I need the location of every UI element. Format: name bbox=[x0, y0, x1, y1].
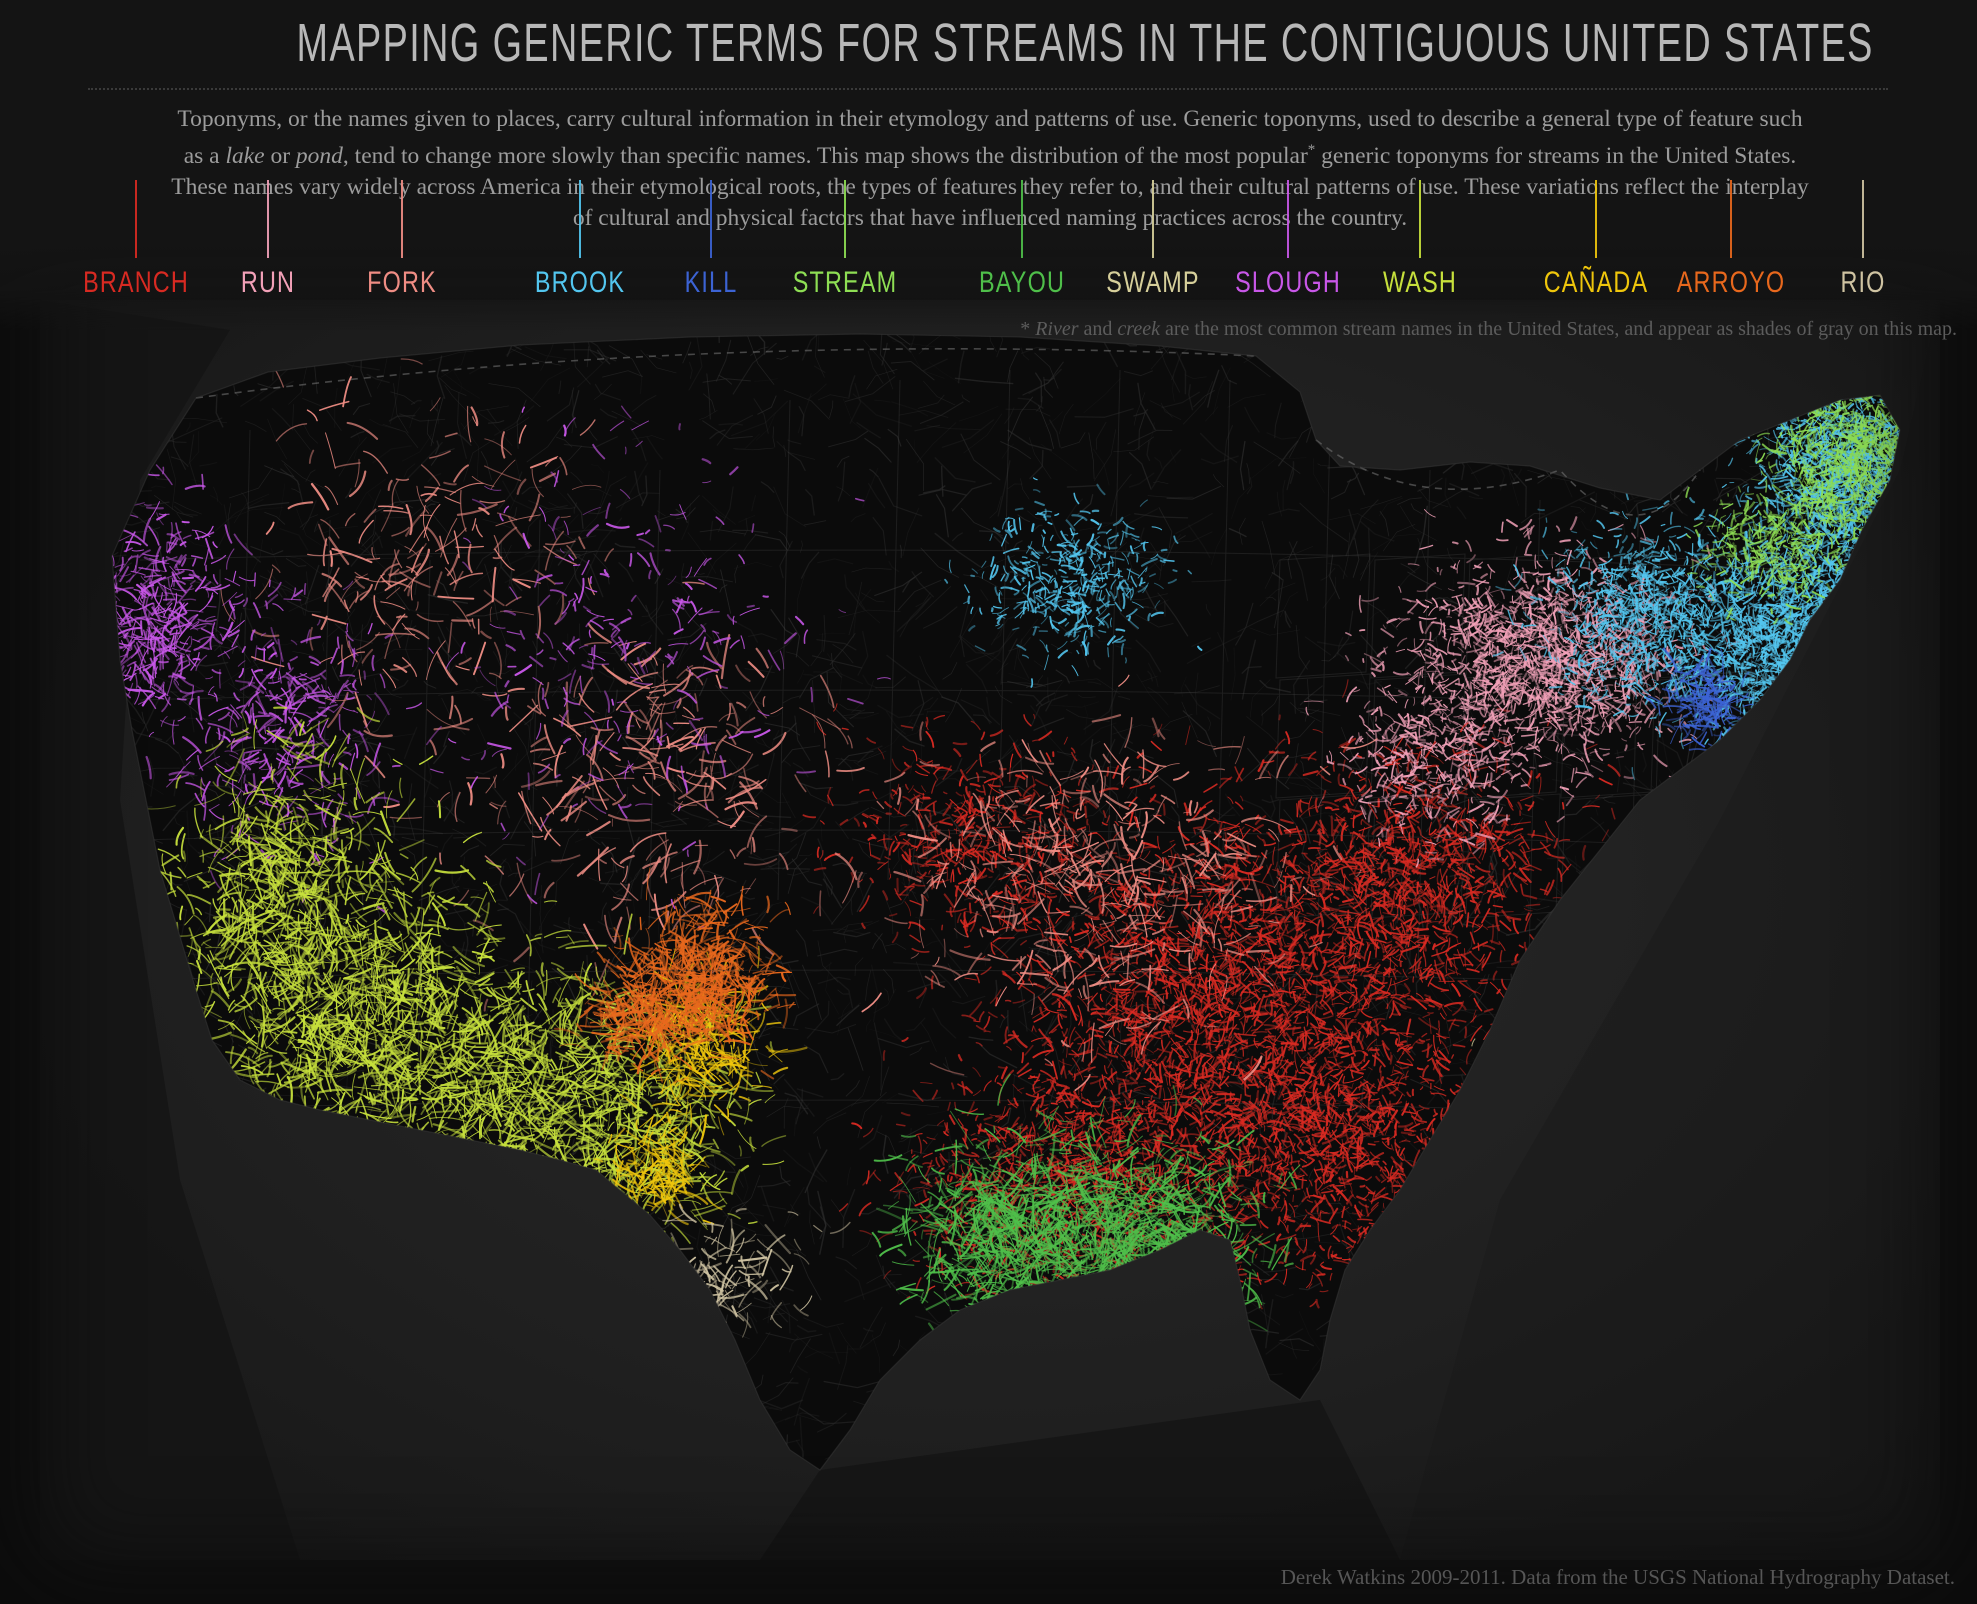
legend-label: WASH bbox=[1383, 266, 1457, 300]
legend-tick-icon bbox=[844, 180, 846, 258]
title-divider bbox=[88, 88, 1888, 90]
legend: BRANCH RUN FORK BROOK KILL STREAM BAYOU SWAMP SL… bbox=[0, 178, 1977, 299]
legend-tick-icon bbox=[1021, 180, 1023, 258]
legend-tick-icon bbox=[579, 180, 581, 258]
legend-tick-icon bbox=[1730, 180, 1732, 258]
legend-item-branch[interactable]: BRANCH bbox=[83, 180, 188, 299]
credit-line: Derek Watkins 2009-2011. Data from the U… bbox=[1281, 1565, 1955, 1590]
legend-item-arroyo[interactable]: ARROYO bbox=[1677, 180, 1784, 299]
footnote-italic-creek: creek bbox=[1117, 318, 1160, 340]
legend-label: BAYOU bbox=[979, 266, 1065, 300]
legend-item-slough[interactable]: SLOUGH bbox=[1235, 180, 1340, 299]
footnote-marker: * bbox=[1020, 318, 1030, 340]
legend-label: RUN bbox=[241, 266, 295, 300]
footnote-rest: are the most common stream names in the … bbox=[1160, 318, 1957, 340]
legend-item-bayou[interactable]: BAYOU bbox=[979, 180, 1064, 299]
legend-label: BROOK bbox=[535, 266, 625, 300]
legend-label: ARROYO bbox=[1677, 266, 1785, 300]
legend-label: STREAM bbox=[793, 266, 898, 300]
intro-line-2e: , tend to change more slowly than specif… bbox=[343, 143, 1308, 169]
legend-tick-icon bbox=[1287, 180, 1289, 258]
intro-line-2c: or bbox=[265, 143, 296, 169]
footnote-italic-river: River bbox=[1035, 318, 1078, 340]
intro-line-2g: generic toponyms for streams in bbox=[1315, 143, 1624, 169]
legend-label: SLOUGH bbox=[1235, 266, 1341, 300]
legend-tick-icon bbox=[1152, 180, 1154, 258]
legend-item-stream[interactable]: STREAM bbox=[793, 180, 896, 299]
intro-italic-pond: pond bbox=[296, 143, 343, 169]
legend-item-swamp[interactable]: SWAMP bbox=[1106, 180, 1199, 299]
page-title: MAPPING GENERIC TERMS FOR STREAMS IN THE… bbox=[297, 12, 1873, 74]
legend-item-caada[interactable]: CAÑADA bbox=[1544, 180, 1647, 299]
legend-tick-icon bbox=[401, 180, 403, 258]
legend-item-brook[interactable]: BROOK bbox=[535, 180, 624, 299]
legend-item-fork[interactable]: FORK bbox=[367, 180, 436, 299]
footnote-mid: and bbox=[1079, 318, 1118, 340]
legend-item-rio[interactable]: RIO bbox=[1840, 180, 1884, 299]
legend-tick-icon bbox=[267, 180, 269, 258]
legend-item-wash[interactable]: WASH bbox=[1383, 180, 1456, 299]
legend-label: FORK bbox=[367, 266, 437, 300]
legend-item-kill[interactable]: KILL bbox=[685, 180, 736, 299]
legend-tick-icon bbox=[710, 180, 712, 258]
intro-line-1: Toponyms, or the names given to places, … bbox=[177, 106, 1682, 132]
legend-tick-icon bbox=[1595, 180, 1597, 258]
legend-label: RIO bbox=[1840, 266, 1885, 300]
legend-label: KILL bbox=[685, 266, 738, 300]
legend-tick-icon bbox=[135, 180, 137, 258]
legend-label: CAÑADA bbox=[1544, 266, 1649, 300]
legend-tick-icon bbox=[1862, 180, 1864, 258]
footnote: * River and creek are the most common st… bbox=[1020, 318, 1957, 341]
legend-label: BRANCH bbox=[83, 266, 189, 300]
intro-italic-lake: lake bbox=[225, 143, 264, 169]
legend-label: SWAMP bbox=[1106, 266, 1199, 300]
legend-item-run[interactable]: RUN bbox=[241, 180, 294, 299]
legend-tick-icon bbox=[1419, 180, 1421, 258]
